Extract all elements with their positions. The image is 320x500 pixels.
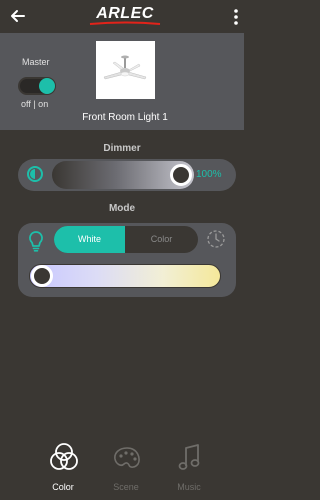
tab-scene-label: Scene <box>113 482 139 492</box>
ceiling-fan-icon <box>103 55 147 80</box>
off-on-label: off | on <box>21 99 49 109</box>
arrow-left-icon <box>11 10 25 22</box>
clock-icon <box>207 230 225 248</box>
master-label: Master <box>22 57 50 67</box>
tab-music-label: Music <box>177 482 201 492</box>
more-vertical-icon <box>234 9 238 25</box>
mode-selector: White Color <box>54 226 198 253</box>
more-options-button[interactable] <box>231 7 241 27</box>
dimmer-slider-knob[interactable] <box>170 164 192 186</box>
palette-icon <box>114 447 140 468</box>
dimmer-title: Dimmer <box>103 143 141 154</box>
toggle-knob <box>39 78 55 94</box>
color-temperature-slider[interactable] <box>29 264 221 288</box>
dimmer-value: 100% <box>196 169 222 180</box>
arlec-logo: ARLEC <box>88 3 162 25</box>
logo-swoosh <box>89 21 161 25</box>
color-temperature-knob[interactable] <box>31 265 53 287</box>
tab-music[interactable]: Music <box>159 442 219 494</box>
top-bar: ARLEC <box>0 0 244 33</box>
tab-color[interactable]: Color <box>33 442 93 494</box>
mode-title: Mode <box>108 203 136 214</box>
music-note-icon <box>178 444 200 470</box>
tab-scene[interactable]: Scene <box>96 442 156 494</box>
mode-white-button[interactable]: White <box>54 226 125 253</box>
timer-button[interactable] <box>206 229 226 249</box>
color-circles-icon <box>50 443 78 470</box>
dimmer-icon <box>26 165 44 183</box>
back-button[interactable] <box>8 6 28 26</box>
ceiling-fan-image <box>96 41 155 99</box>
mode-color-button[interactable]: Color <box>125 226 198 253</box>
light-bulb-icon <box>26 230 46 252</box>
master-toggle[interactable] <box>18 77 56 95</box>
tab-color-label: Color <box>52 482 74 492</box>
device-name: Front Room Light 1 <box>82 112 168 123</box>
